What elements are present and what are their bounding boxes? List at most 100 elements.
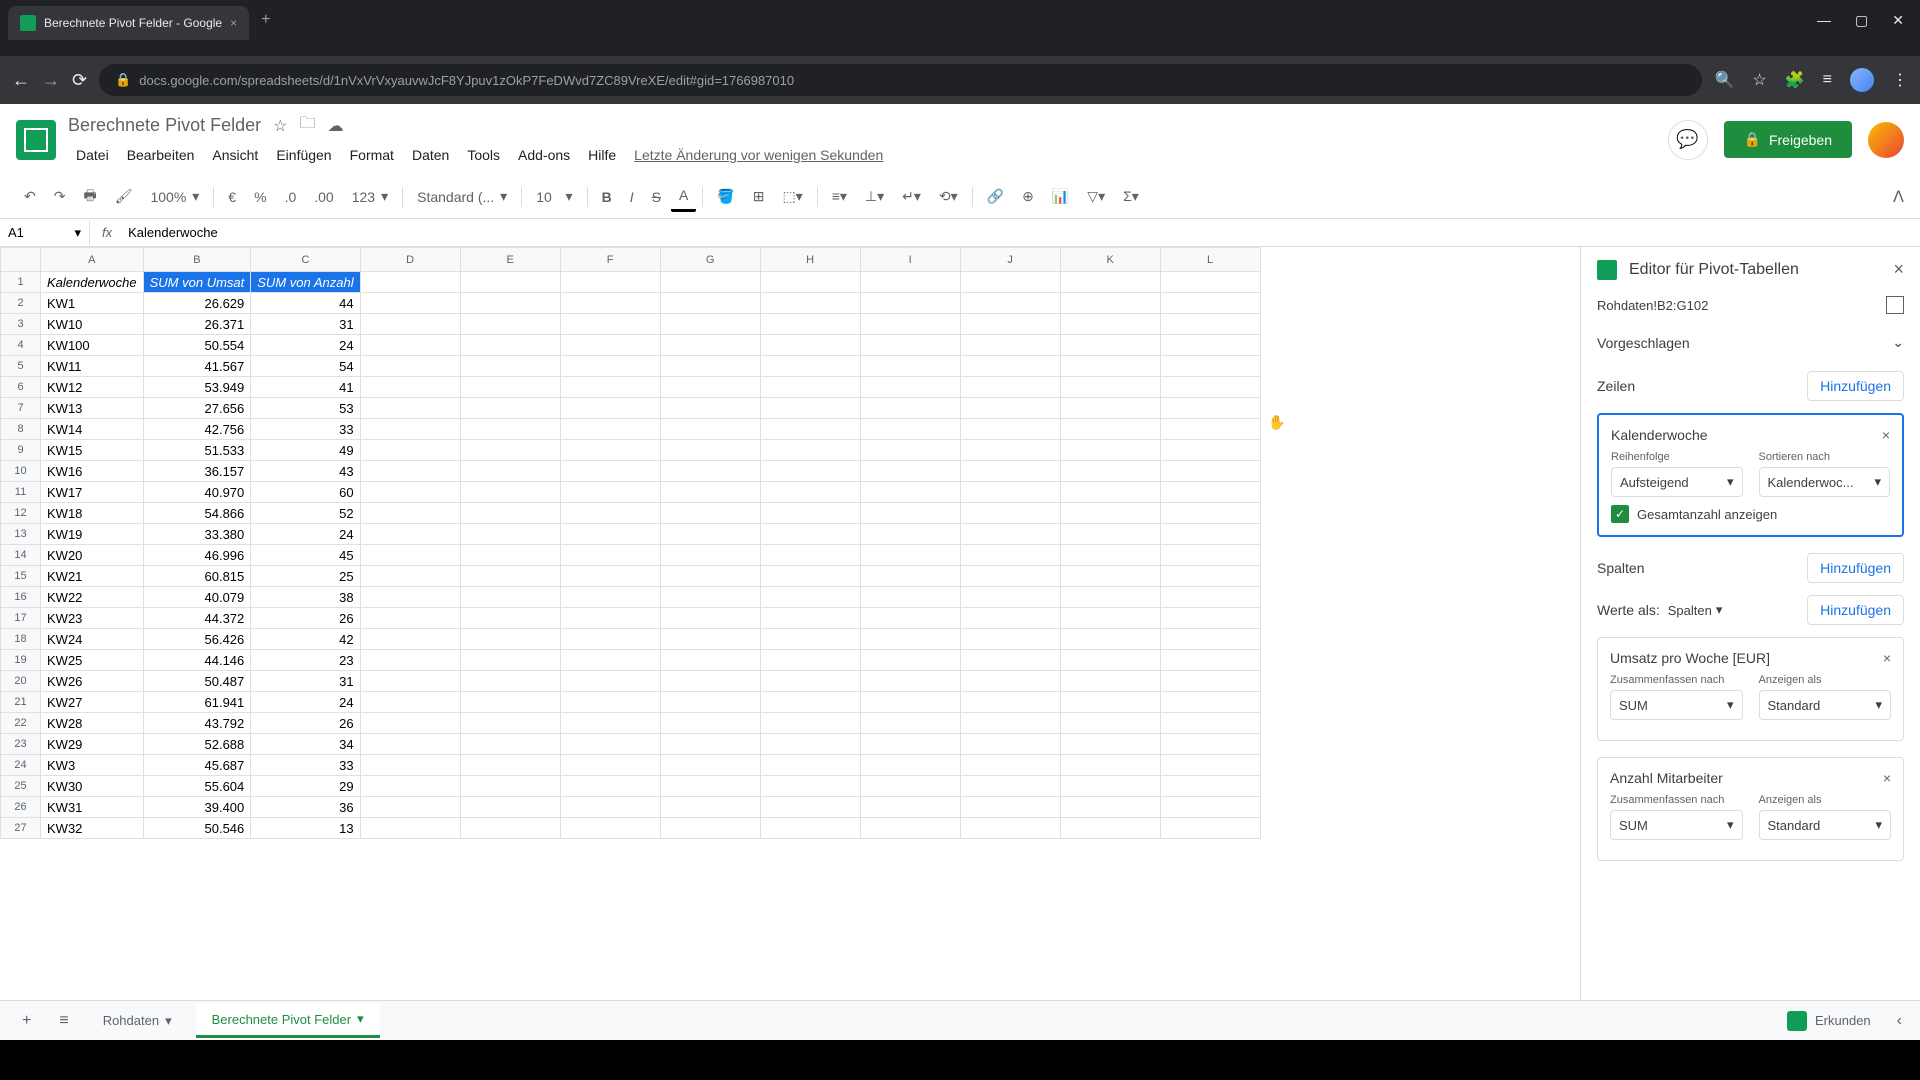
cell[interactable] xyxy=(660,776,760,797)
cell[interactable] xyxy=(760,818,860,839)
cell[interactable] xyxy=(760,314,860,335)
formula-input[interactable]: Kalenderwoche xyxy=(124,221,1920,244)
cell[interactable] xyxy=(860,503,960,524)
row-header[interactable]: 3 xyxy=(1,314,41,335)
document-title[interactable]: Berechnete Pivot Felder xyxy=(68,115,261,136)
cell[interactable] xyxy=(860,629,960,650)
cell[interactable] xyxy=(1160,377,1260,398)
row-header[interactable]: 5 xyxy=(1,356,41,377)
cell[interactable]: 56.426 xyxy=(143,629,251,650)
cell[interactable] xyxy=(560,797,660,818)
sheet-tab-rohdaten[interactable]: Rohdaten ▾ xyxy=(87,1005,188,1037)
row-header[interactable]: 25 xyxy=(1,776,41,797)
cell[interactable] xyxy=(460,503,560,524)
cell[interactable]: 54 xyxy=(251,356,360,377)
percent-button[interactable]: % xyxy=(246,183,274,211)
cell[interactable]: 40.079 xyxy=(143,587,251,608)
cell[interactable]: 24 xyxy=(251,692,360,713)
cell[interactable] xyxy=(1160,545,1260,566)
halign-button[interactable]: ≡▾ xyxy=(824,182,855,211)
cell[interactable] xyxy=(960,419,1060,440)
add-col-button[interactable]: Hinzufügen xyxy=(1807,553,1904,583)
cell[interactable]: 43.792 xyxy=(143,713,251,734)
cell[interactable] xyxy=(960,818,1060,839)
cell[interactable] xyxy=(1160,293,1260,314)
cell[interactable] xyxy=(760,776,860,797)
cell[interactable] xyxy=(760,692,860,713)
cell[interactable] xyxy=(760,608,860,629)
browser-tab[interactable]: Berechnete Pivot Felder - Google × xyxy=(8,6,249,40)
cell[interactable] xyxy=(760,524,860,545)
cell[interactable] xyxy=(760,272,860,293)
cell[interactable] xyxy=(960,314,1060,335)
cell[interactable] xyxy=(1160,608,1260,629)
row-header[interactable]: 12 xyxy=(1,503,41,524)
cell[interactable] xyxy=(960,335,1060,356)
cell[interactable]: 45.687 xyxy=(143,755,251,776)
cell[interactable] xyxy=(960,734,1060,755)
functions-button[interactable]: Σ▾ xyxy=(1115,182,1147,211)
reload-icon[interactable]: ⟳ xyxy=(72,70,87,91)
cell[interactable] xyxy=(760,482,860,503)
cell[interactable] xyxy=(1060,566,1160,587)
cell[interactable] xyxy=(660,419,760,440)
cell[interactable] xyxy=(860,272,960,293)
cell[interactable] xyxy=(760,335,860,356)
cell[interactable]: KW26 xyxy=(41,671,144,692)
cell[interactable] xyxy=(1160,566,1260,587)
cell[interactable] xyxy=(760,734,860,755)
order-select[interactable]: Aufsteigend▾ xyxy=(1611,467,1743,497)
print-button[interactable]: 🖶 xyxy=(75,179,104,215)
cell[interactable] xyxy=(1160,734,1260,755)
menu-daten[interactable]: Daten xyxy=(404,143,457,167)
column-header[interactable]: G xyxy=(660,248,760,272)
showas-select[interactable]: Standard▾ xyxy=(1759,810,1892,840)
cell[interactable]: 26 xyxy=(251,608,360,629)
cell[interactable] xyxy=(760,440,860,461)
row-header[interactable]: 11 xyxy=(1,482,41,503)
cell[interactable] xyxy=(1060,314,1160,335)
cell[interactable]: KW28 xyxy=(41,713,144,734)
cell[interactable] xyxy=(860,482,960,503)
cell[interactable] xyxy=(360,734,460,755)
column-header[interactable]: F xyxy=(560,248,660,272)
cell[interactable]: 33 xyxy=(251,419,360,440)
cell[interactable]: 41 xyxy=(251,377,360,398)
row-header[interactable]: 7 xyxy=(1,398,41,419)
cell[interactable]: 27.656 xyxy=(143,398,251,419)
row-header[interactable]: 4 xyxy=(1,335,41,356)
cell[interactable] xyxy=(1060,713,1160,734)
cell[interactable] xyxy=(560,314,660,335)
number-format-select[interactable]: 123▾ xyxy=(344,184,396,209)
row-header[interactable]: 6 xyxy=(1,377,41,398)
cell[interactable]: 34 xyxy=(251,734,360,755)
cell[interactable]: 51.533 xyxy=(143,440,251,461)
cell[interactable] xyxy=(860,650,960,671)
cell[interactable] xyxy=(460,629,560,650)
column-header[interactable]: D xyxy=(360,248,460,272)
cell[interactable] xyxy=(1160,524,1260,545)
cell[interactable]: 42.756 xyxy=(143,419,251,440)
cell[interactable] xyxy=(360,629,460,650)
menu-icon[interactable]: ⋮ xyxy=(1892,70,1908,90)
cell[interactable] xyxy=(960,503,1060,524)
cell[interactable] xyxy=(560,377,660,398)
cell[interactable] xyxy=(460,377,560,398)
cell[interactable] xyxy=(660,587,760,608)
cell[interactable] xyxy=(660,377,760,398)
cell[interactable] xyxy=(760,671,860,692)
cell[interactable]: SUM von Anzahl xyxy=(251,272,360,293)
cell[interactable]: KW10 xyxy=(41,314,144,335)
name-box[interactable]: A1▾ xyxy=(0,221,90,245)
cell[interactable] xyxy=(760,419,860,440)
cell[interactable] xyxy=(560,755,660,776)
menu-datei[interactable]: Datei xyxy=(68,143,117,167)
cell[interactable]: KW20 xyxy=(41,545,144,566)
cell[interactable] xyxy=(360,335,460,356)
cell[interactable] xyxy=(1160,419,1260,440)
cell[interactable] xyxy=(560,776,660,797)
cell[interactable]: 49 xyxy=(251,440,360,461)
cell[interactable] xyxy=(360,314,460,335)
cell[interactable] xyxy=(560,503,660,524)
cell[interactable] xyxy=(960,776,1060,797)
